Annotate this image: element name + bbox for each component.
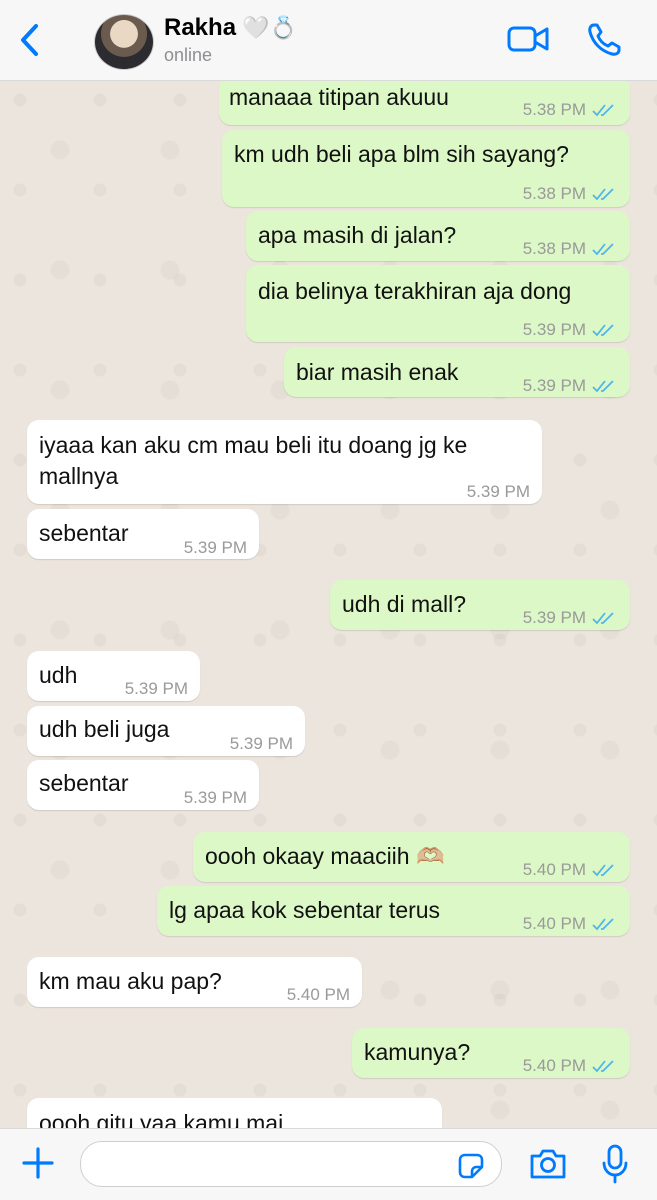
plus-icon[interactable] <box>20 1145 56 1181</box>
message-meta: 5.40 PM <box>523 854 616 885</box>
read-receipt-icon <box>592 187 614 200</box>
message-time: 5.40 PM <box>286 985 350 1004</box>
read-receipt-icon <box>592 611 614 624</box>
message-meta: 5.40 PM <box>523 1050 616 1081</box>
message-bubble-incoming[interactable]: sebentar 5.39 PM <box>27 760 259 810</box>
message-meta: 5.39 PM <box>184 782 247 813</box>
read-receipt-icon <box>592 917 614 930</box>
message-bubble-incoming[interactable]: km mau aku pap? 5.40 PM <box>27 957 362 1007</box>
message-text: biar masih enak <box>296 359 459 385</box>
read-receipt-icon <box>592 1059 614 1072</box>
message-time: 5.39 PM <box>183 788 247 807</box>
message-bubble-outgoing[interactable]: lg apaa kok sebentar terus 5.40 PM <box>157 886 630 936</box>
message-meta: 5.40 PM <box>523 908 616 939</box>
read-receipt-icon <box>592 323 614 336</box>
message-bubble-outgoing[interactable]: manaaa titipan akuuu 5.38 PM <box>219 76 630 125</box>
message-meta: 5.38 PM <box>523 178 616 209</box>
message-text: udh <box>39 662 78 688</box>
message-bubble-outgoing[interactable]: dia belinya terakhiran aja dong 5.39 PM <box>246 265 630 342</box>
message-bubble-outgoing[interactable]: biar masih enak 5.39 PM <box>284 347 630 397</box>
message-time: 5.40 PM <box>522 1056 586 1075</box>
sticker-icon[interactable] <box>456 1151 486 1181</box>
message-time: 5.39 PM <box>522 320 586 339</box>
message-time: 5.39 PM <box>124 679 188 698</box>
read-receipt-icon <box>592 379 614 392</box>
message-bubble-incoming[interactable]: udh beli juga 5.39 PM <box>27 706 305 756</box>
contact-name-row[interactable]: Rakha 🤍💍 <box>164 14 297 42</box>
back-chevron-icon[interactable] <box>14 20 46 60</box>
message-time: 5.39 PM <box>522 608 586 627</box>
message-time: 5.40 PM <box>522 860 586 879</box>
message-time: 5.39 PM <box>229 734 293 753</box>
phone-call-icon[interactable] <box>584 20 624 60</box>
message-meta: 5.39 PM <box>523 370 616 401</box>
message-meta: 5.39 PM <box>184 532 247 563</box>
message-bubble-outgoing[interactable]: oooh okaay maaciih 🫶🏼 5.40 PM <box>193 832 630 882</box>
message-text: sebentar <box>39 520 129 546</box>
message-time: 5.40 PM <box>522 914 586 933</box>
message-bubble-outgoing[interactable]: km udh beli apa blm sih sayang? 5.38 PM <box>222 130 630 207</box>
chat-header: Rakha 🤍💍 online <box>0 0 657 81</box>
message-text: iyaaa kan aku cm mau beli itu doang jg k… <box>39 432 468 489</box>
contact-avatar[interactable] <box>94 14 154 70</box>
message-time: 5.38 PM <box>522 184 586 203</box>
message-bubble-incoming[interactable]: udh 5.39 PM <box>27 651 200 701</box>
message-meta: 5.38 PM <box>523 233 616 264</box>
message-meta: 5.39 PM <box>125 673 188 704</box>
message-time: 5.38 PM <box>522 100 586 119</box>
message-meta: 5.38 PM <box>523 94 616 125</box>
message-text: km mau aku pap? <box>39 968 222 994</box>
message-bubble-incoming[interactable]: iyaaa kan aku cm mau beli itu doang jg k… <box>27 420 542 504</box>
message-meta: 5.39 PM <box>523 314 616 345</box>
read-receipt-icon <box>592 242 614 255</box>
message-meta: 5.39 PM <box>467 476 530 507</box>
message-text: udh beli juga <box>39 716 170 742</box>
message-text: apa masih di jalan? <box>258 222 457 248</box>
message-bubble-outgoing[interactable]: kamunya? 5.40 PM <box>352 1028 630 1078</box>
contact-status: online <box>164 45 213 65</box>
message-text: lg apaa kok sebentar terus <box>169 897 441 923</box>
message-text: oooh okaay maaciih 🫶🏼 <box>205 843 445 869</box>
message-text: km udh beli apa blm sih sayang? <box>234 141 569 167</box>
message-text: sebentar <box>39 770 129 796</box>
read-receipt-icon <box>592 103 614 116</box>
message-meta: 5.40 PM <box>287 979 350 1010</box>
message-bubble-outgoing[interactable]: apa masih di jalan? 5.38 PM <box>246 211 630 261</box>
message-meta: 5.39 PM <box>523 602 616 633</box>
camera-icon[interactable] <box>528 1147 568 1181</box>
message-text: manaaa titipan akuuu <box>229 84 449 110</box>
read-receipt-icon <box>592 863 614 876</box>
message-time: 5.38 PM <box>522 239 586 258</box>
message-text: dia belinya terakhiran aja dong <box>258 278 572 304</box>
message-bubble-outgoing[interactable]: udh di mall? 5.39 PM <box>330 580 630 630</box>
message-text: kamunya? <box>364 1039 471 1065</box>
video-call-icon[interactable] <box>506 22 550 56</box>
composer-bar <box>0 1128 657 1200</box>
contact-name[interactable]: Rakha <box>164 14 236 42</box>
message-time: 5.39 PM <box>466 482 530 501</box>
name-emojis: 🤍💍 <box>242 15 297 40</box>
microphone-icon[interactable] <box>600 1143 630 1185</box>
message-text: udh di mall? <box>342 591 467 617</box>
message-meta: 5.39 PM <box>230 728 293 759</box>
message-time: 5.39 PM <box>522 376 586 395</box>
message-bubble-incoming[interactable]: sebentar 5.39 PM <box>27 509 259 559</box>
message-input[interactable] <box>80 1141 502 1187</box>
message-time: 5.39 PM <box>183 538 247 557</box>
